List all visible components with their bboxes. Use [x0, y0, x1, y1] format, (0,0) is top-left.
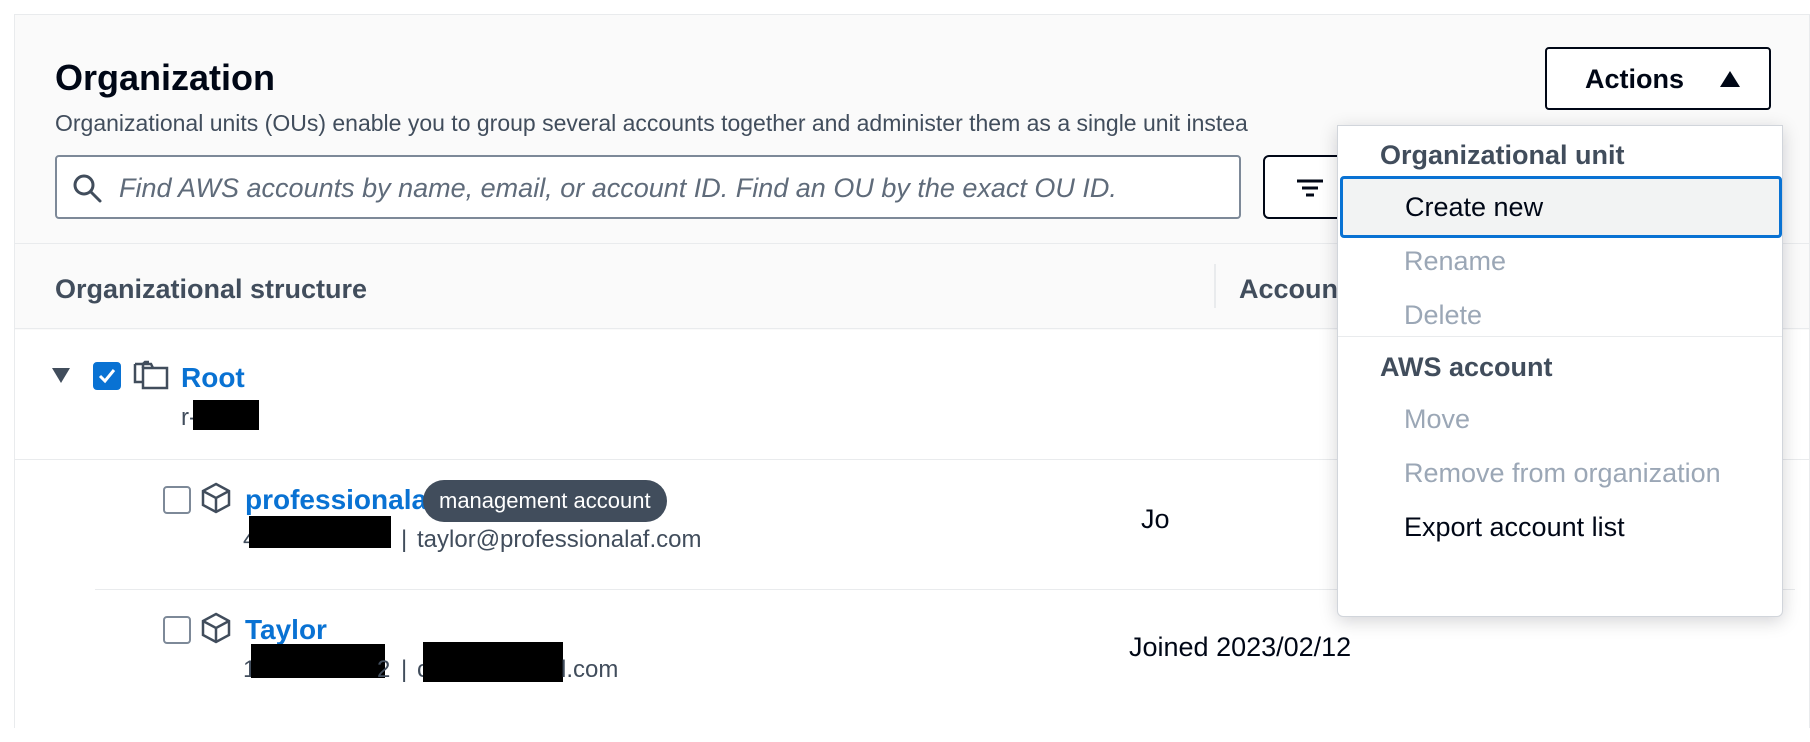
- root-checkbox[interactable]: [93, 362, 121, 390]
- cube-icon: [201, 482, 231, 514]
- menu-item-label: Export account list: [1404, 512, 1625, 542]
- column-header-structure[interactable]: Organizational structure: [55, 274, 367, 305]
- menu-item-label: Move: [1404, 404, 1471, 434]
- search-icon: [73, 174, 102, 203]
- account-checkbox[interactable]: [163, 486, 191, 514]
- menu-group-organizational-unit: Organizational unit: [1380, 140, 1625, 170]
- menu-item-label: Create new: [1405, 192, 1544, 222]
- redacted-block: [249, 516, 391, 548]
- organization-panel: Organization Organizational units (OUs) …: [14, 14, 1810, 729]
- account-separator: |: [401, 526, 408, 553]
- menu-item-create-new[interactable]: Create new: [1340, 176, 1782, 238]
- caret-down-icon[interactable]: [51, 366, 71, 384]
- actions-dropdown-menu: Organizational unit Create new Rename De…: [1337, 125, 1783, 617]
- page-title: Organization: [55, 57, 276, 98]
- account-link[interactable]: professionalaf: [245, 484, 436, 516]
- redacted-block: [251, 644, 385, 678]
- cube-icon: [201, 612, 231, 644]
- caret-up-icon: [1720, 71, 1740, 87]
- filter-button[interactable]: [1263, 155, 1343, 219]
- menu-group-aws-account: AWS account: [1380, 352, 1553, 382]
- account-checkbox[interactable]: [163, 616, 191, 644]
- actions-button-label: Actions: [1585, 64, 1685, 94]
- filter-icon: [1297, 179, 1323, 197]
- menu-item-export-account-list[interactable]: Export account list: [1338, 496, 1782, 558]
- page-description: Organizational units (OUs) enable you to…: [55, 110, 1248, 136]
- redacted-block: [193, 400, 259, 430]
- column-header-account[interactable]: Accoun: [1239, 274, 1338, 305]
- menu-item-label: Remove from organization: [1404, 458, 1721, 488]
- search-field[interactable]: [55, 155, 1241, 219]
- account-email-suffix: l.com: [561, 656, 619, 683]
- root-link[interactable]: Root: [181, 362, 245, 394]
- redacted-block: [423, 642, 563, 682]
- account-separator: |: [401, 656, 408, 683]
- menu-item-move: Move: [1338, 388, 1782, 450]
- folder-icon: [133, 360, 169, 390]
- actions-button[interactable]: Actions: [1545, 47, 1771, 110]
- menu-item-label: Rename: [1404, 246, 1507, 276]
- account-joined: Joined 2023/02/12: [1129, 632, 1352, 662]
- account-id-suffix: 2: [377, 656, 391, 683]
- checkmark-icon: [98, 369, 116, 384]
- account-joined: Jo: [1141, 504, 1170, 534]
- column-divider[interactable]: [1214, 264, 1216, 308]
- search-input[interactable]: [119, 169, 1219, 207]
- account-link[interactable]: Taylor: [245, 614, 327, 646]
- menu-item-label: Delete: [1404, 300, 1483, 330]
- menu-separator: [1338, 336, 1782, 337]
- management-account-badge: management account: [423, 480, 667, 522]
- menu-item-remove-from-organization: Remove from organization: [1338, 442, 1782, 504]
- menu-item-rename: Rename: [1338, 230, 1782, 292]
- account-email: taylor@professionalaf.com: [417, 526, 702, 553]
